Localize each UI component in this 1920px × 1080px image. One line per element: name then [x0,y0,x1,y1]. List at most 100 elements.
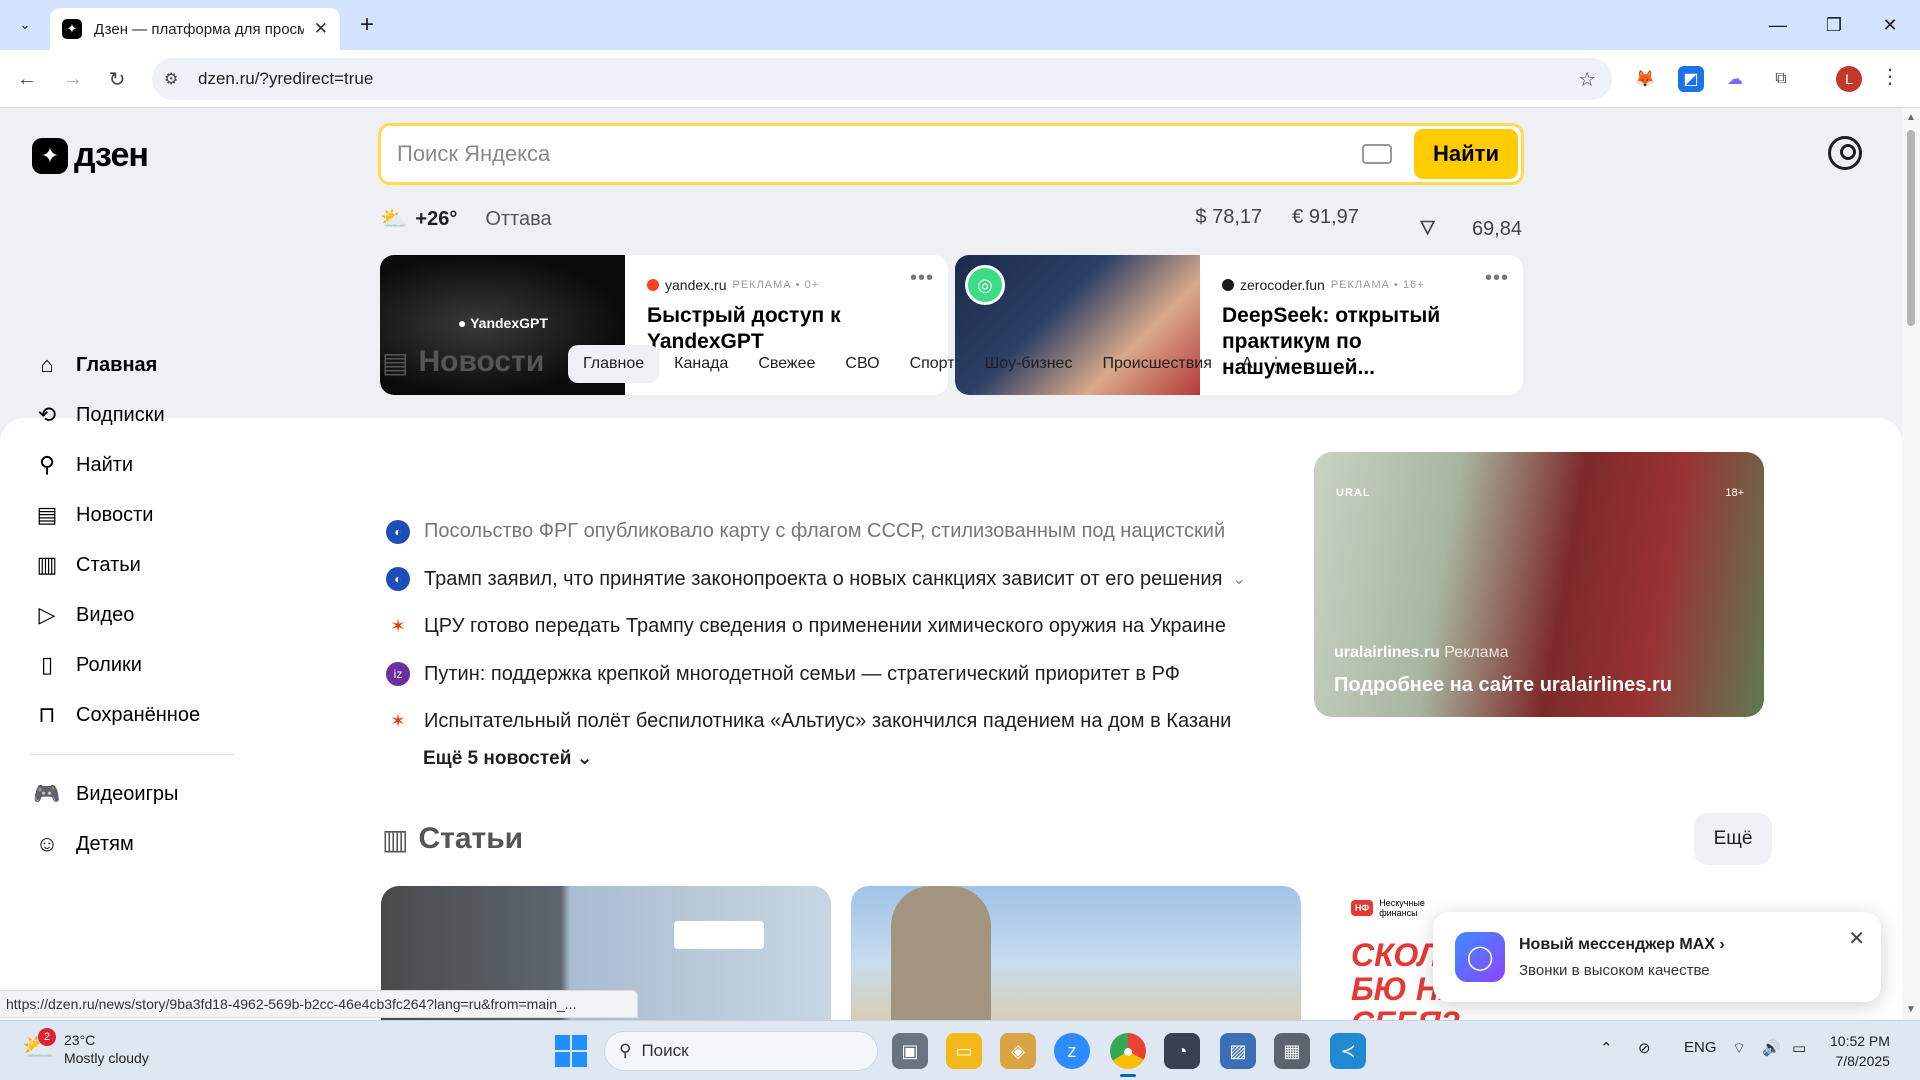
scroll-up-icon[interactable]: ▲ [1906,112,1916,123]
calculator-icon[interactable]: ▦ [1274,1033,1310,1069]
news-tab[interactable]: А [1227,345,1253,383]
back-icon[interactable]: ← [10,62,44,96]
tab-search-button[interactable]: ⌄ [8,10,42,40]
news-list: ◐ Посольство ФРГ опубликовало карту с фл… [386,508,1246,746]
chevron-down-icon[interactable]: ⌄ [1232,569,1245,589]
battery-icon[interactable]: ▭ [1792,1039,1806,1057]
taskbar-clock[interactable]: 10:52 PM 7/8/2025 [1830,1031,1890,1071]
address-bar[interactable]: ⚙ dzen.ru/?yredirect=true ☆ [152,58,1612,100]
articles-icon: ▥ [382,823,409,855]
page-scrollbar[interactable]: ▲ ▼ [1902,108,1920,1020]
partly-cloudy-icon: ⛅ [380,206,408,231]
sidebar-item-label: Детям [76,832,134,855]
forward-icon[interactable]: → [56,62,90,96]
promo-ad-card[interactable]: URAL 18+ uralairlines.ru Реклама Подробн… [1314,452,1764,717]
new-tab-button[interactable]: + [352,10,382,40]
news-tab[interactable]: Шоу-бизнес [970,345,1088,383]
news-tab[interactable]: Происшествия [1087,345,1226,383]
weather-widget[interactable]: ⛅ +26° Оттава [380,206,552,232]
sidebar-item-search[interactable]: ⚲ Найти [20,440,245,490]
volume-icon[interactable]: 🔊 [1762,1039,1781,1057]
more-news-button[interactable]: Ещё 5 новостей ⌄ [423,747,593,770]
remote-desktop-icon[interactable]: ▨ [1220,1033,1256,1069]
tab-close-icon[interactable]: ✕ [314,19,328,39]
messenger-toast[interactable]: ◯ Новый мессенджер MAX › Звонки в высоко… [1433,912,1881,1002]
news-item[interactable]: ◐ Посольство ФРГ опубликовало карту с фл… [386,508,1246,556]
ad-headline: DeepSeek: открытый практикум по нашумевш… [1222,304,1441,379]
dzen-logo[interactable]: ✦ дзен [32,136,149,175]
tray-overflow-icon[interactable]: ⌃ [1600,1039,1613,1057]
news-headline: Посольство ФРГ опубликовало карту с флаг… [424,520,1226,543]
sidebar-item-kids[interactable]: ☺ Детям [20,819,245,869]
extensions-puzzle-icon[interactable]: ⧉ [1768,66,1794,92]
article-card[interactable] [851,886,1301,1026]
news-tab[interactable]: Свежее [743,345,830,383]
scroll-down-icon[interactable]: ▼ [1906,1004,1916,1015]
input-language[interactable]: ENG [1684,1039,1717,1056]
sidebar-item-articles[interactable]: ▥ Статьи [20,540,245,590]
url-text[interactable]: dzen.ru/?yredirect=true [198,69,373,89]
taskbar-weather[interactable]: ⛅ 2 23°C Mostly cloudy [22,1028,149,1067]
sidebar-item-video[interactable]: ▷ Видео [20,590,245,640]
sidebar-item-subscriptions[interactable]: ⟲ Подписки [20,390,245,440]
sidebar-item-shorts[interactable]: ▯ Ролики [20,640,245,690]
scrollbar-thumb[interactable] [1907,130,1915,326]
news-item[interactable]: iz Путин: поддержка крепкой многодетной … [386,651,1246,699]
toast-close-icon[interactable]: ✕ [1848,926,1865,951]
extension-cloud-icon[interactable]: ☁ [1722,66,1748,92]
site-info-icon[interactable]: ⚙ [164,69,188,89]
news-tab[interactable]: Канада [659,345,743,383]
wifi-icon[interactable]: ⌔ [1732,1039,1746,1058]
windows-start-icon[interactable] [555,1035,587,1067]
currency-rates[interactable]: $ 78,17 € 91,97 🜄 69,84 [1165,206,1522,247]
close-window-icon[interactable]: ✕ [1862,0,1918,50]
browser-menu-icon[interactable]: ⋮ [1880,64,1900,89]
articles-more-button[interactable]: Ещё [1694,813,1772,865]
zoom-icon[interactable]: z [1054,1033,1090,1069]
ad-more-icon[interactable]: ••• [910,267,934,290]
profile-avatar[interactable]: L [1836,66,1862,92]
extension-icon[interactable]: ◩ [1678,66,1704,92]
task-view-icon[interactable]: ▣ [892,1033,928,1069]
active-tab[interactable]: ✦ Дзен — платформа для просмотра ✕ [50,8,340,50]
taskbar-search[interactable]: ⚲ Поиск [604,1031,878,1071]
news-tab[interactable]: Главное [568,345,660,383]
speedometer-icon[interactable]: ◔ [1164,1033,1200,1069]
chrome-icon[interactable]: ● [1110,1033,1146,1077]
bookmark-star-icon[interactable]: ☆ [1578,67,1596,92]
maximize-icon[interactable]: ❐ [1806,0,1862,50]
ad-source-name: yandex.ru [665,277,727,293]
gamepad-icon: 🎮 [33,781,61,806]
promo-cta: Подробнее на сайте uralairlines.ru [1334,674,1672,696]
news-headline: Трамп заявил, что принятие законопроекта… [424,567,1223,590]
sidebar-item-label: Найти [76,453,134,476]
sidebar-item-news[interactable]: ▤ Новости [20,490,245,540]
notification-badge: 2 [38,1028,56,1046]
pinned-app-icon[interactable]: ◈ [1000,1033,1036,1069]
news-tabs-more-icon[interactable]: ⋮ [1266,352,1286,377]
news-item[interactable]: ✶ Испытательный полёт беспилотника «Альт… [386,698,1246,746]
user-profile-icon[interactable] [1828,136,1862,170]
search-button[interactable]: Найти [1414,129,1518,179]
news-tab[interactable]: Спорт [895,345,970,383]
news-item[interactable]: ◐ Трамп заявил, что принятие законопроек… [386,556,1246,604]
sidebar-item-saved[interactable]: ⊓ Сохранённое [20,690,245,740]
network-icon[interactable]: ⊘ [1638,1039,1651,1057]
ad-image-label-text: YandexGPT [470,315,548,331]
keyboard-icon[interactable] [1362,144,1392,164]
metamask-extension-icon[interactable]: 🦊 [1632,66,1658,92]
age-rating: 18+ [1725,487,1744,499]
search-input[interactable] [397,141,1297,167]
max-messenger-icon: ◯ [1455,932,1505,982]
news-section-header[interactable]: ▤ Новости [382,345,544,379]
ad-more-icon[interactable]: ••• [1485,267,1509,290]
articles-section-header[interactable]: ▥ Статьи [382,822,523,856]
news-item[interactable]: ✶ ЦРУ готово передать Трампу сведения о … [386,603,1246,651]
news-tab[interactable]: СВО [830,345,894,383]
sidebar-item-videogames[interactable]: 🎮 Видеоигры [20,769,245,819]
vscode-icon[interactable]: ≺ [1330,1033,1366,1069]
reload-icon[interactable]: ↻ [100,62,134,96]
minimize-icon[interactable]: — [1750,0,1806,50]
file-explorer-icon[interactable]: ▭ [946,1033,982,1069]
sidebar-item-home[interactable]: ⌂ Главная [20,340,245,390]
